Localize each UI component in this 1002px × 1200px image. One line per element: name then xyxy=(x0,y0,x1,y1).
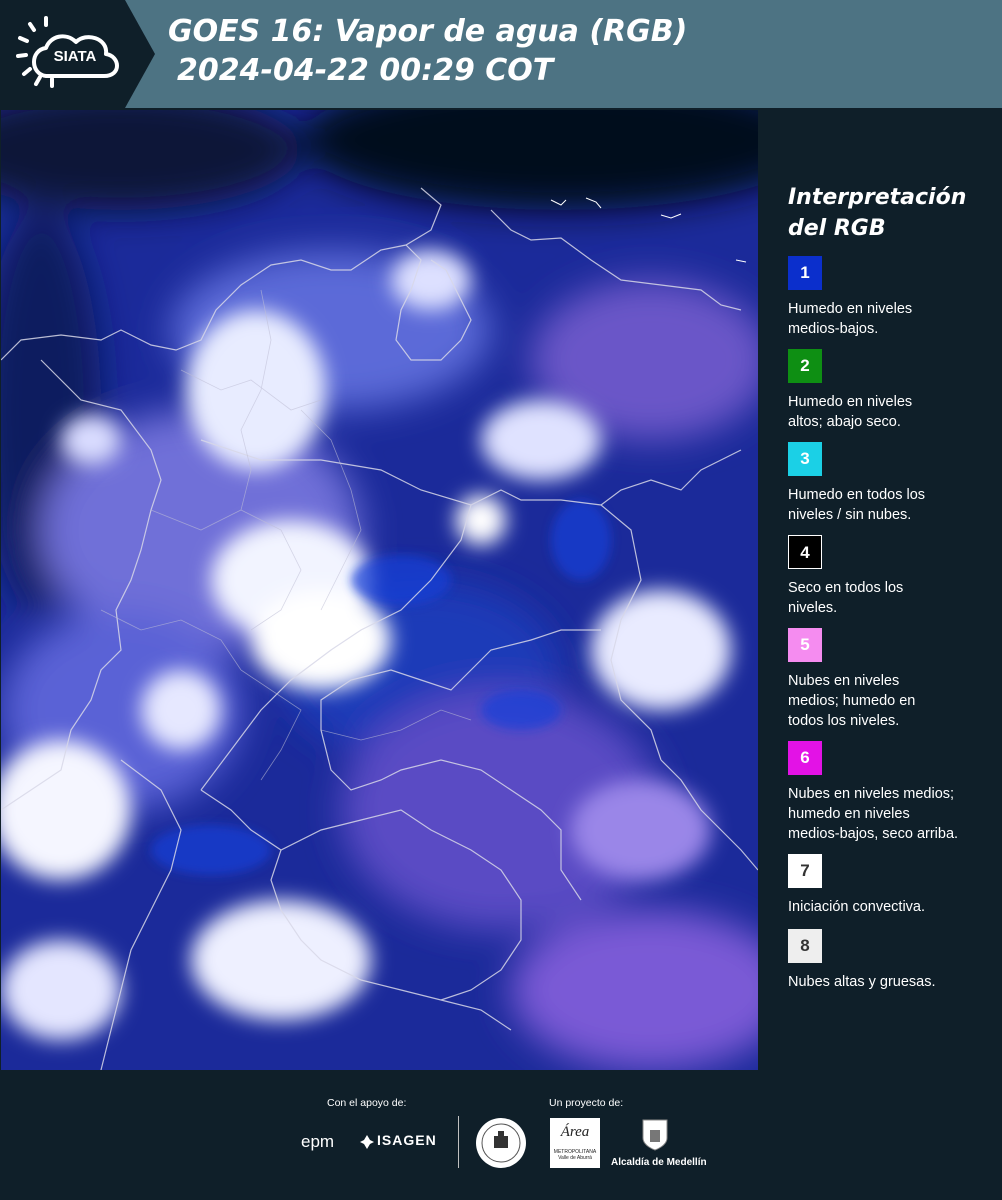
legend-title-line1: Interpretación xyxy=(788,185,967,210)
legend-item: 7 Iniciación convectiva. xyxy=(788,854,988,917)
legend-description: Humedo en niveles medios-bajos. xyxy=(788,299,988,339)
legend-description-line: Nubes en niveles xyxy=(788,673,900,689)
legend-description: Seco en todos los niveles. xyxy=(788,578,988,618)
legend-description-line: Humedo en niveles xyxy=(788,394,913,410)
legend-description: Iniciación convectiva. xyxy=(788,897,988,917)
legend-description: Nubes en niveles medios; humedo en todos l… xyxy=(788,671,988,731)
area-logo-main: Área xyxy=(560,1124,590,1140)
legend-description-line: Iniciación convectiva. xyxy=(788,899,926,915)
project-caption: Un proyecto de: xyxy=(549,1097,624,1109)
legend-swatch: 2 xyxy=(788,349,822,383)
area-logo-sub2: Valle de Aburrá xyxy=(558,1155,592,1161)
legend-description-line: niveles. xyxy=(788,600,838,616)
siata-logo-panel: SIATA xyxy=(0,0,155,108)
title-line-timestamp: 2024-04-22 00:29 COT xyxy=(177,53,554,88)
legend-description-line: niveles / sin nubes. xyxy=(788,507,912,523)
legend-swatch: 5 xyxy=(788,628,822,662)
legend-swatch: 1 xyxy=(788,256,822,290)
legend-description-line: humedo en niveles xyxy=(788,806,910,822)
satellite-map xyxy=(1,110,758,1070)
legend-description-line: todos los niveles. xyxy=(788,713,900,729)
isagen-mark-icon xyxy=(360,1135,374,1149)
university-seal-icon xyxy=(476,1118,526,1168)
legend-swatch: 7 xyxy=(788,854,822,888)
legend-title: Interpretación del RGB xyxy=(788,182,966,244)
legend-swatch: 4 xyxy=(788,535,822,569)
legend-description-line: Humedo en todos los xyxy=(788,487,926,503)
legend-swatch: 6 xyxy=(788,741,822,775)
siata-logo-text: SIATA xyxy=(54,48,97,65)
legend-description: Nubes altas y gruesas. xyxy=(788,972,988,992)
legend-swatch: 3 xyxy=(788,442,822,476)
isagen-logo-text: ISAGEN xyxy=(377,1132,437,1148)
water-vapor-imagery xyxy=(1,110,758,1070)
legend-title-line2: del RGB xyxy=(788,216,886,241)
footer-divider xyxy=(458,1116,459,1168)
legend-description-line: altos; abajo seco. xyxy=(788,414,901,430)
epm-logo: epm xyxy=(301,1132,335,1151)
legend-description-line: Seco en todos los xyxy=(788,580,904,596)
medellin-shield-icon xyxy=(642,1119,668,1151)
legend-item: 3 Humedo en todos los niveles / sin nubes. xyxy=(788,442,988,525)
legend-description-line: Humedo en niveles xyxy=(788,301,913,317)
legend-item: 8 Nubes altas y gruesas. xyxy=(788,929,988,992)
alcaldia-logo-text: Alcaldía de Medellín xyxy=(611,1157,707,1168)
legend-description-line: Nubes altas y gruesas. xyxy=(788,974,936,990)
legend-panel: Interpretación del RGB 1 Humedo en nivele… xyxy=(770,110,1002,1070)
area-metropolitana-logo: Área METROPOLITANA Valle de Aburrá xyxy=(550,1118,600,1168)
legend-description: Nubes en niveles medios; humedo en nivele… xyxy=(788,784,988,844)
legend-description-line: medios; humedo en xyxy=(788,693,916,709)
legend-description-line: medios-bajos, seco arriba. xyxy=(788,826,959,842)
legend-item: 2 Humedo en niveles altos; abajo seco. xyxy=(788,349,988,432)
legend-description: Humedo en todos los niveles / sin nubes. xyxy=(788,485,988,525)
legend-description-line: Nubes en niveles medios; xyxy=(788,786,955,802)
page-title: GOES 16: Vapor de agua (RGB) 2024-04-22 … xyxy=(168,12,687,90)
legend-swatch: 8 xyxy=(788,929,822,963)
legend-item: 1 Humedo en niveles medios-bajos. xyxy=(788,256,988,339)
legend-description: Humedo en niveles altos; abajo seco. xyxy=(788,392,988,432)
footer: Con el apoyo de: Un proyecto de: epm ISA… xyxy=(0,1070,1002,1200)
header-bar: SIATA GOES 16: Vapor de agua (RGB) 2024-… xyxy=(0,0,1002,108)
legend-description-line: medios-bajos. xyxy=(788,321,879,337)
legend-item: 4 Seco en todos los niveles. xyxy=(788,535,988,618)
support-caption: Con el apoyo de: xyxy=(327,1097,407,1109)
legend-item: 5 Nubes en niveles medios; humedo en todos … xyxy=(788,628,988,731)
legend-item: 6 Nubes en niveles medios; humedo en nivel… xyxy=(788,741,988,844)
title-line-product: GOES 16: Vapor de agua (RGB) xyxy=(168,14,688,49)
